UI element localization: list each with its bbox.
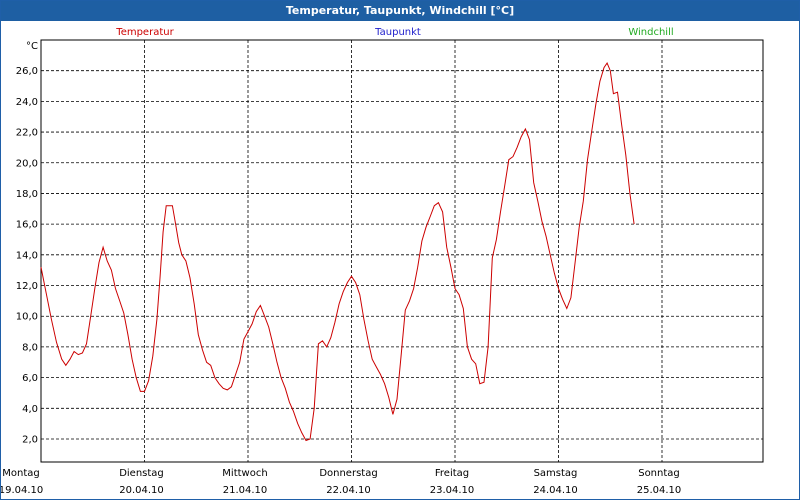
y-tick-label: 8,0 — [22, 342, 38, 353]
x-tick-date: 22.04.10 — [326, 485, 371, 496]
legend: Temperatur Taupunkt Windchill — [115, 27, 673, 38]
x-tick-date: 25.04.10 — [637, 485, 682, 496]
chart-window: Temperatur, Taupunkt, Windchill [°C] 2,0… — [0, 0, 800, 500]
y-tick-label: 14,0 — [16, 250, 38, 261]
y-tick-label: 10,0 — [16, 312, 38, 323]
y-tick-label: 26,0 — [16, 66, 38, 77]
plot-border — [40, 39, 764, 463]
x-tick-date: 19.04.10 — [1, 485, 43, 496]
x-tick-date: 20.04.10 — [119, 485, 164, 496]
y-tick-label: 20,0 — [16, 158, 38, 169]
y-tick-label: 24,0 — [16, 97, 38, 108]
y-tick-label: 12,0 — [16, 281, 38, 292]
x-tick-date: 21.04.10 — [223, 485, 268, 496]
temperature-chart: 2,0 4,0 6,0 8,0 10,0 12,0 14,0 16,0 18,0 20,0 22,0… — [0, 27, 764, 496]
x-tick-day: Sonntag — [638, 468, 680, 479]
window-title: Temperatur, Taupunkt, Windchill [°C] — [1, 1, 799, 21]
y-axis-label: °C — [26, 41, 38, 52]
x-tick-day: Montag — [2, 468, 39, 479]
x-tick-date: 23.04.10 — [430, 485, 475, 496]
x-tick-date: 24.04.10 — [533, 485, 578, 496]
y-tick-label: 6,0 — [22, 373, 38, 384]
y-tick-label: 4,0 — [22, 404, 38, 415]
y-tick-label: 22,0 — [16, 128, 38, 139]
x-tick-day: Mittwoch — [222, 468, 267, 479]
legend-entry: Temperatur — [115, 27, 174, 38]
x-tick-day: Donnerstag — [319, 468, 377, 479]
y-tick-label: 18,0 — [16, 189, 38, 200]
x-tick-day: Freitag — [435, 468, 469, 479]
chart-area: 2,0 4,0 6,0 8,0 10,0 12,0 14,0 16,0 18,0 20,0 22,0… — [0, 21, 799, 499]
x-tick-day: Samstag — [534, 468, 578, 479]
legend-entry: Windchill — [628, 27, 673, 38]
x-tick-day: Dienstag — [119, 468, 164, 479]
y-tick-label: 16,0 — [16, 220, 38, 231]
y-tick-label: 2,0 — [22, 434, 38, 445]
y-tick-labels: 2,0 4,0 6,0 8,0 10,0 12,0 14,0 16,0 18,0 20,0 22,0… — [16, 66, 38, 445]
x-tick-labels: Montag 19.04.10 Dienstag 20.04.10 Mittwoch 21… — [0, 468, 682, 496]
legend-entry: Taupunkt — [374, 27, 421, 38]
